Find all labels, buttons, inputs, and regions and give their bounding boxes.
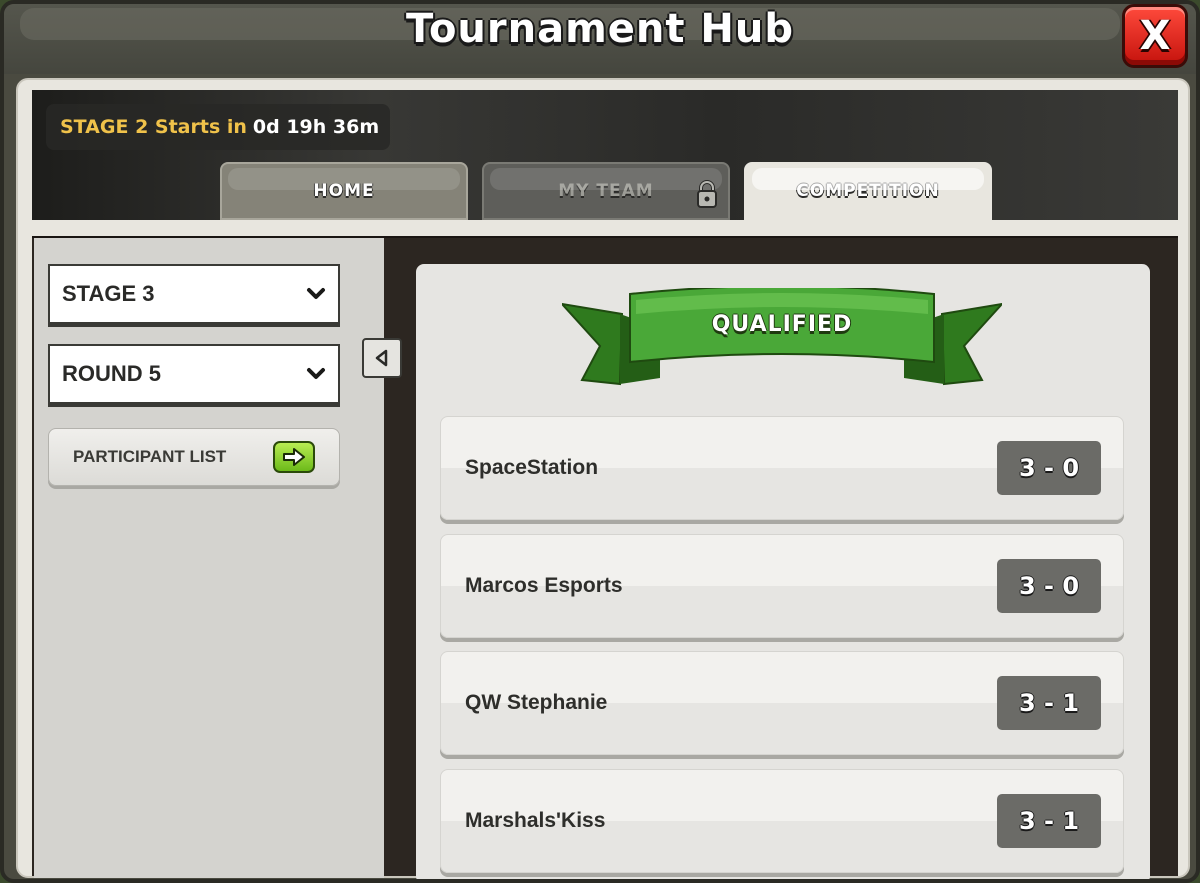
tab-home[interactable]: HOME bbox=[220, 162, 468, 220]
team-score: 3 - 1 bbox=[997, 676, 1101, 730]
team-row[interactable]: Marcos Esports 3 - 0 bbox=[440, 534, 1124, 638]
team-name: Marshals'Kiss bbox=[465, 809, 606, 832]
team-score: 3 - 1 bbox=[997, 794, 1101, 848]
participant-list-label: PARTICIPANT LIST bbox=[73, 447, 227, 466]
tournament-hub-window: Tournament Hub X STAGE 2 Starts in 0d 19… bbox=[0, 0, 1200, 883]
round-select[interactable]: ROUND 5 bbox=[48, 344, 340, 404]
main-panel: STAGE 2 Starts in 0d 19h 36m HOME MY TEA… bbox=[16, 78, 1190, 879]
countdown-label: STAGE 2 Starts in bbox=[60, 116, 247, 138]
triangle-left-icon bbox=[375, 349, 388, 367]
collapse-sidebar-button[interactable] bbox=[362, 338, 402, 378]
title-bar: Tournament Hub bbox=[4, 4, 1196, 74]
qualified-banner: QUALIFIED bbox=[559, 285, 1005, 388]
team-name: Marcos Esports bbox=[465, 574, 623, 597]
tab-my-team[interactable]: MY TEAM bbox=[482, 162, 730, 220]
competition-content: STAGE 3 ROUND 5 PARTICIPANT LIST QUALIFI… bbox=[32, 236, 1178, 879]
team-name: QW Stephanie bbox=[465, 691, 608, 714]
stage-countdown: STAGE 2 Starts in 0d 19h 36m bbox=[46, 104, 390, 150]
tab-competition[interactable]: COMPETITION bbox=[744, 162, 992, 220]
lock-icon bbox=[697, 180, 717, 208]
filter-sidebar: STAGE 3 ROUND 5 PARTICIPANT LIST bbox=[34, 238, 384, 878]
chevron-down-icon bbox=[307, 288, 325, 299]
countdown-value: 0d 19h 36m bbox=[252, 116, 380, 138]
close-button[interactable]: X bbox=[1122, 4, 1188, 68]
window-title: Tournament Hub bbox=[405, 6, 795, 52]
team-row[interactable]: Marshals'Kiss 3 - 1 bbox=[440, 769, 1124, 873]
header-area: STAGE 2 Starts in 0d 19h 36m HOME MY TEA… bbox=[32, 90, 1178, 220]
arrow-right-icon bbox=[273, 441, 315, 473]
team-score: 3 - 0 bbox=[997, 441, 1101, 495]
team-name: SpaceStation bbox=[465, 456, 599, 479]
team-row[interactable]: QW Stephanie 3 - 1 bbox=[440, 651, 1124, 755]
participant-list-button[interactable]: PARTICIPANT LIST bbox=[48, 428, 340, 486]
close-icon: X bbox=[1139, 13, 1171, 59]
stage-select[interactable]: STAGE 3 bbox=[48, 264, 340, 324]
standings-panel: QUALIFIED SpaceStation 3 - 0 Marcos Espo… bbox=[416, 264, 1150, 879]
ribbon-graphic bbox=[559, 285, 1005, 386]
team-row[interactable]: SpaceStation 3 - 0 bbox=[440, 416, 1124, 520]
chevron-down-icon bbox=[307, 368, 325, 379]
stage-select-value: STAGE 3 bbox=[62, 281, 155, 306]
banner-label: QUALIFIED bbox=[711, 312, 853, 337]
round-select-value: ROUND 5 bbox=[62, 361, 162, 386]
team-score: 3 - 0 bbox=[997, 559, 1101, 613]
